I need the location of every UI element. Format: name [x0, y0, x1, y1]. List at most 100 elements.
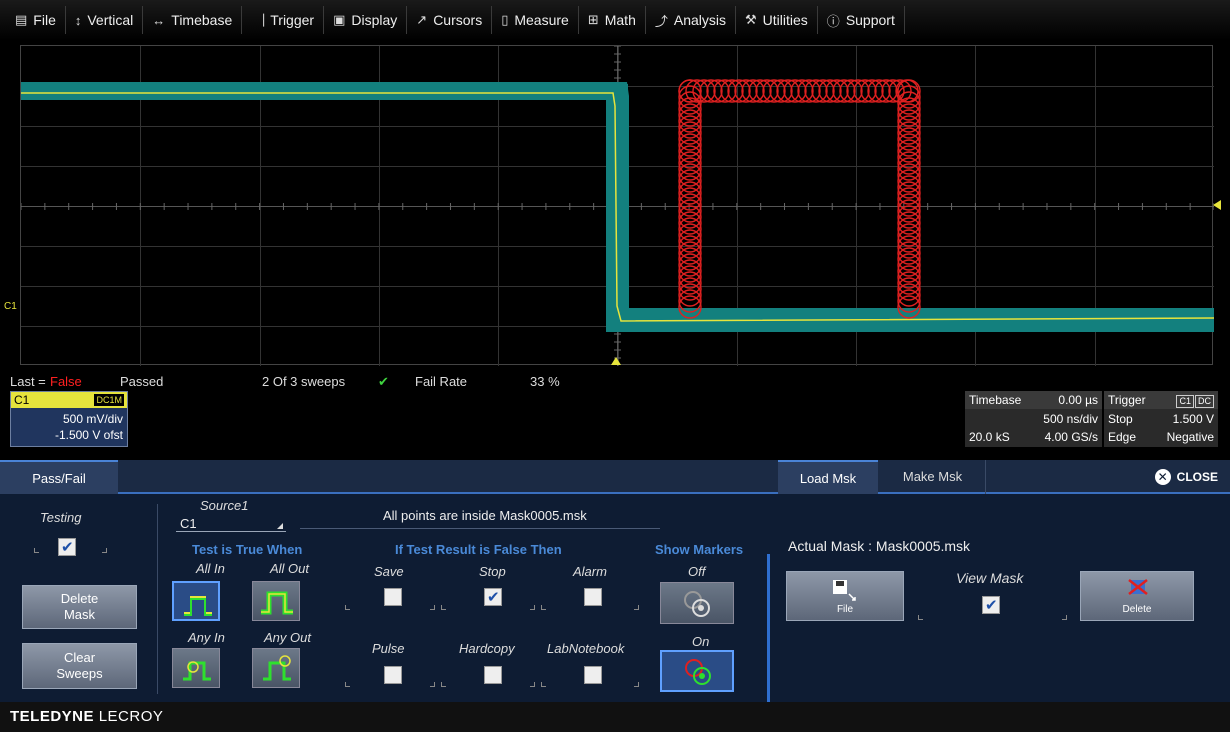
mask-marker — [678, 277, 702, 301]
clear-sweeps-button[interactable]: Clear Sweeps — [22, 643, 137, 689]
labnotebook-checkbox[interactable] — [584, 666, 602, 684]
timebase-delay: 0.00 µs — [1058, 393, 1098, 407]
markers-off-button[interactable] — [660, 582, 734, 624]
menu-label: Utilities — [762, 12, 808, 28]
channel-trace-label: C1 — [4, 301, 17, 312]
timebase-tdiv: 500 ns/div — [1043, 412, 1098, 426]
menu-trigger[interactable]: ⎹ Trigger — [242, 6, 325, 34]
tick-mark — [441, 605, 446, 610]
stop-label: Stop — [479, 564, 506, 579]
trigger-mode: Stop — [1108, 412, 1133, 426]
tab-pass-fail[interactable]: Pass/Fail — [0, 460, 118, 494]
menu-utilities[interactable]: ⚒ Utilities — [736, 6, 818, 34]
file-button[interactable]: File — [786, 571, 904, 621]
menu-label: Vertical — [87, 12, 134, 28]
tick-mark — [918, 615, 923, 620]
menu-support[interactable]: ⓘ Support — [818, 6, 905, 34]
menu-file[interactable]: ▤ File — [6, 6, 66, 34]
trigger-level-marker[interactable] — [1213, 200, 1221, 210]
menu-math[interactable]: ⊞ Math — [579, 6, 646, 34]
mask-test-message: All points are inside Mask0005.msk — [383, 508, 587, 523]
markers-on-button[interactable] — [660, 650, 734, 692]
footer: TELEDYNE LECROY — [0, 702, 1230, 732]
trigger-slope: Negative — [1166, 430, 1214, 444]
close-label: CLOSE — [1176, 470, 1218, 484]
timebase-icon: ↔ — [152, 12, 166, 28]
tick-mark — [102, 548, 107, 553]
view-mask-checkbox[interactable] — [982, 596, 1000, 614]
delete-mask-file-button[interactable]: Delete — [1080, 571, 1194, 621]
clear-sweeps-label: Clear Sweeps — [56, 650, 103, 681]
fail-rate-label: Fail Rate — [415, 374, 468, 389]
delete-button-label: Delete — [1122, 604, 1152, 615]
menu-measure[interactable]: ▯ Measure — [492, 6, 579, 34]
all-out-icon — [261, 591, 293, 615]
channel-descriptor-c1[interactable]: C1 DC1M 500 mV/div -1.500 V ofst — [10, 391, 128, 447]
save-checkbox[interactable] — [384, 588, 402, 606]
any-out-button[interactable] — [252, 648, 300, 688]
source-select[interactable]: C1 — [176, 514, 286, 532]
persistence-band — [21, 84, 621, 100]
mask-marker — [897, 283, 921, 307]
labnotebook-label: LabNotebook — [547, 641, 625, 656]
mask-marker — [897, 253, 921, 277]
mask-marker — [678, 265, 702, 289]
source-value: C1 — [180, 516, 197, 531]
testing-label: Testing — [40, 510, 82, 525]
trigger-position-marker[interactable] — [611, 357, 621, 365]
menu-label: Measure — [514, 12, 569, 28]
test-true-when-label: Test is True When — [192, 542, 303, 557]
any-in-button[interactable] — [172, 648, 220, 688]
pulse-checkbox[interactable] — [384, 666, 402, 684]
trigger-descriptor[interactable]: Trigger C1 DC Stop 1.500 V Edge Negative — [1104, 391, 1218, 447]
close-button[interactable]: ✕ CLOSE — [1154, 469, 1218, 485]
all-in-label: All In — [196, 561, 225, 576]
menu-analysis[interactable]: ⤴ Analysis — [646, 6, 737, 34]
menu-timebase[interactable]: ↔ Timebase — [143, 6, 243, 34]
alarm-checkbox[interactable] — [584, 588, 602, 606]
menu-display[interactable]: ▣ Display — [324, 6, 408, 34]
brand-logo: TELEDYNE LECROY — [10, 708, 163, 725]
show-markers-label: Show Markers — [655, 542, 744, 557]
channel-name: C1 — [14, 393, 30, 407]
menu-vertical[interactable]: ↕ Vertical — [66, 6, 144, 34]
trigger-level: 1.500 V — [1172, 412, 1214, 426]
any-out-label: Any Out — [264, 630, 311, 645]
timebase-descriptor[interactable]: Timebase 0.00 µs 500 ns/div 20.0 kS 4.00… — [965, 391, 1102, 447]
hardcopy-checkbox[interactable] — [484, 666, 502, 684]
if-false-label: If Test Result is False Then — [395, 542, 562, 557]
brand-light: LECROY — [98, 708, 164, 725]
file-button-label: File — [836, 604, 854, 615]
timebase-rate: 4.00 GS/s — [1044, 430, 1098, 444]
pulse-label: Pulse — [372, 641, 405, 656]
trigger-icon: ⎹ — [251, 12, 265, 27]
brand-bold: TELEDYNE — [10, 708, 95, 725]
pass-fail-status: Last = False Passed 2 Of 3 sweeps ✔ Fail… — [10, 374, 710, 390]
panel-divider — [767, 554, 770, 702]
channel-vdiv: 500 mV/div — [62, 412, 123, 426]
tick-mark — [530, 605, 535, 610]
all-out-button[interactable] — [252, 581, 300, 621]
markers-off-icon — [684, 591, 710, 617]
testing-checkbox[interactable] — [58, 538, 76, 556]
timebase-title: Timebase — [969, 393, 1022, 407]
save-label: Save — [374, 564, 404, 579]
channel-offset: -1.500 V ofst — [54, 428, 123, 442]
measure-icon: ▯ — [501, 12, 509, 27]
menu-cursors[interactable]: ↗ Cursors — [407, 6, 493, 34]
source-label: Source1 — [200, 498, 249, 513]
mask-marker — [897, 271, 921, 295]
mask-marker — [897, 259, 921, 283]
waveform-grid[interactable] — [20, 45, 1214, 366]
mask-marker — [897, 265, 921, 289]
hardcopy-label: Hardcopy — [459, 641, 515, 656]
tab-make-mask[interactable]: Make Msk — [880, 460, 986, 494]
delete-mask-label: Delete Mask — [60, 591, 99, 622]
delete-mask-button[interactable]: Delete Mask — [22, 585, 137, 629]
stop-checkbox[interactable] — [484, 588, 502, 606]
tick-mark — [430, 682, 435, 687]
all-in-button[interactable] — [172, 581, 220, 621]
separator — [157, 504, 158, 694]
tab-load-mask[interactable]: Load Msk — [778, 460, 878, 494]
menu-label: Math — [604, 12, 636, 28]
